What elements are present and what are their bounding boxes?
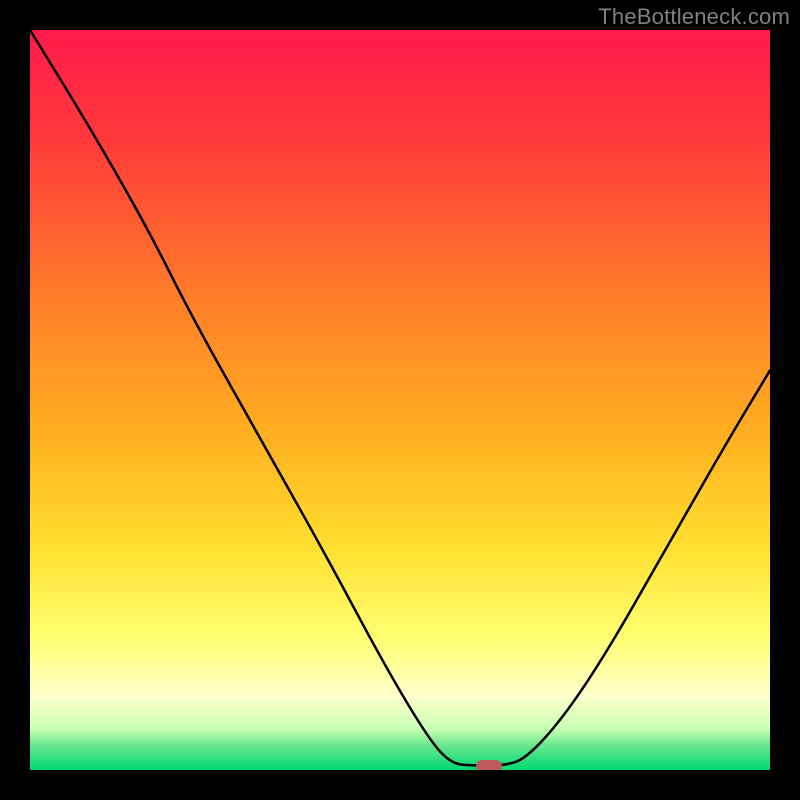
- plot-area: [30, 30, 770, 770]
- chart-frame: TheBottleneck.com: [0, 0, 800, 800]
- optimal-point-marker: [476, 760, 502, 770]
- watermark-text: TheBottleneck.com: [598, 4, 790, 30]
- bottleneck-curve: [30, 30, 770, 770]
